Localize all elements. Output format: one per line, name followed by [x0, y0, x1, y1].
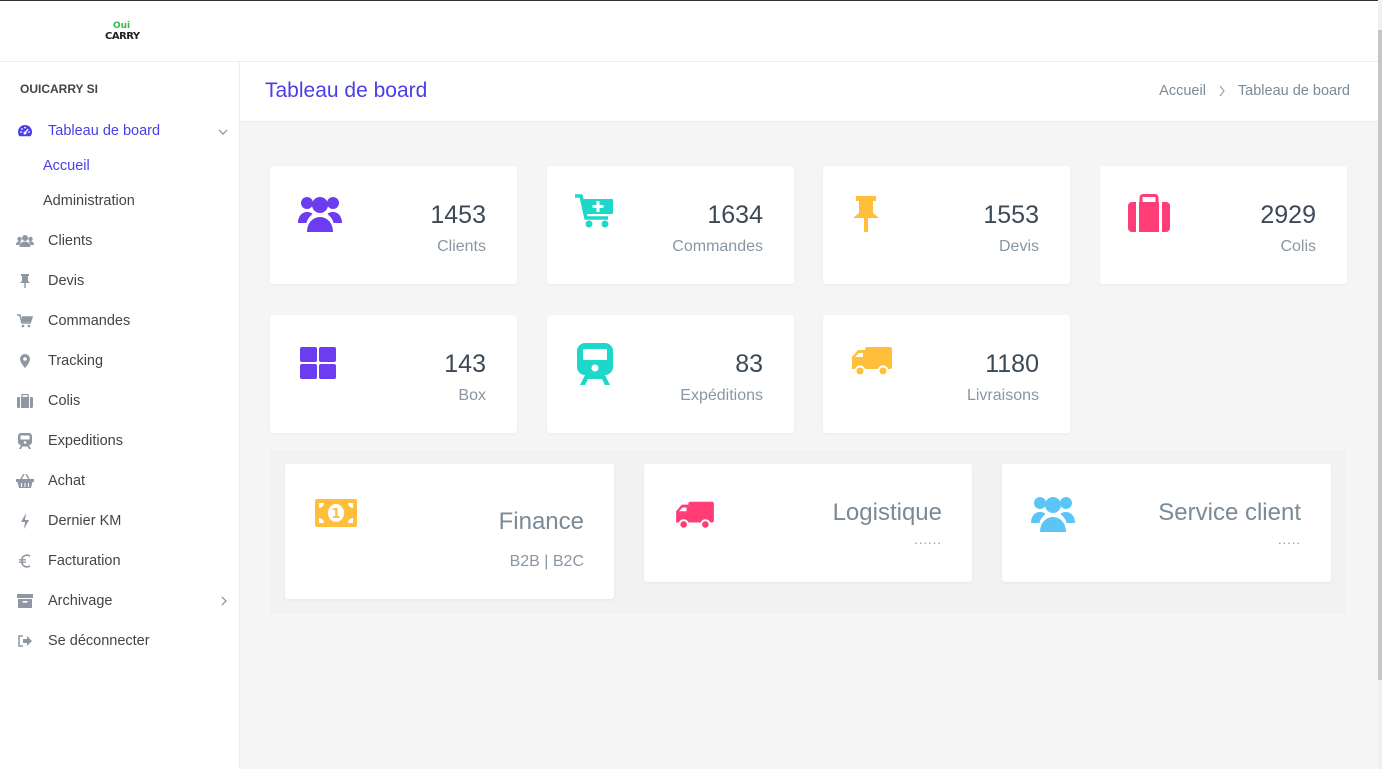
stat-card-devis[interactable]: 1553 Devis: [823, 166, 1070, 284]
archive-icon: [16, 592, 34, 610]
thumbtack-icon: [851, 194, 897, 240]
sidebar-item-clients[interactable]: Clients: [16, 228, 232, 254]
sidebar-item-commandes[interactable]: Commandes: [16, 308, 232, 334]
stat-card-colis[interactable]: 2929 Colis: [1100, 166, 1347, 284]
sidebar-item-label: Colis: [48, 393, 81, 409]
modules-panel: 1 Finance B2B | B2C Logistique ...... Se…: [270, 450, 1346, 614]
stat-card-commandes[interactable]: 1634 Commandes: [547, 166, 794, 284]
stat-value: 1553: [983, 201, 1039, 229]
sidebar-item-label: Achat: [48, 473, 86, 489]
sidebar-item-achat[interactable]: Achat: [16, 468, 232, 494]
money-bill-icon: 1: [314, 498, 358, 533]
sidebar-item-expeditions[interactable]: Expeditions: [16, 428, 232, 454]
stat-value: 143: [444, 350, 486, 378]
chevron-right-icon: [1218, 85, 1226, 97]
stat-label: Commandes: [672, 238, 763, 255]
cart-plus-icon: [575, 194, 621, 240]
scrollbar-thumb[interactable]: [1378, 30, 1382, 680]
sidebar-item-label: Archivage: [48, 593, 113, 609]
thumbtack-icon: [16, 272, 34, 290]
stat-label: Livraisons: [966, 387, 1039, 404]
euro-icon: [16, 552, 34, 570]
sidebar-item-tracking[interactable]: Tracking: [16, 348, 232, 374]
stat-value: 1453: [430, 201, 486, 229]
sidebar-item-label: Facturation: [48, 553, 121, 569]
stat-label: Colis: [1280, 238, 1316, 255]
sidebar-item-label: Clients: [48, 233, 93, 249]
truck-icon: [675, 498, 715, 537]
top-bar: Oui CARRY: [0, 0, 1378, 62]
module-subtitle: .....: [1277, 532, 1301, 547]
truck-icon: [851, 343, 897, 389]
breadcrumb-current: Tableau de board: [1237, 83, 1350, 99]
svg-text:1: 1: [331, 507, 340, 522]
map-marker-icon: [16, 352, 34, 370]
content-header: Tableau de board Accueil Tableau de boar…: [240, 62, 1378, 122]
stat-card-expeditions[interactable]: 83 Expéditions: [547, 315, 794, 433]
chevron-right-icon: [220, 594, 228, 610]
suitcase-icon: [16, 392, 34, 410]
sidebar-item-tableau-de-board[interactable]: Tableau de board: [16, 118, 232, 144]
sidebar-item-label: Tracking: [48, 353, 104, 369]
train-icon: [16, 432, 34, 450]
module-card-logistique[interactable]: Logistique ......: [644, 464, 972, 582]
breadcrumb-home-link[interactable]: Accueil: [1159, 83, 1206, 99]
sidebar-subitem-administration[interactable]: Administration: [43, 193, 135, 209]
stat-label: Expéditions: [680, 387, 763, 404]
sidebar-item-dernier-km[interactable]: Dernier KM: [16, 508, 232, 534]
suitcase-icon: [1128, 194, 1174, 240]
th-large-icon: [298, 343, 344, 389]
train-icon: [575, 343, 621, 389]
sidebar-item-label: Devis: [48, 273, 85, 289]
bolt-icon: [16, 512, 34, 530]
sidebar-subitem-accueil[interactable]: Accueil: [43, 158, 90, 174]
stat-label: Devis: [998, 238, 1039, 255]
users-icon: [16, 232, 34, 250]
sidebar-item-label: Tableau de board: [48, 123, 161, 139]
sidebar-item-devis[interactable]: Devis: [16, 268, 232, 294]
sign-out-icon: [16, 632, 34, 650]
tachometer-icon: [16, 122, 34, 140]
stat-card-clients[interactable]: 1453 Clients: [270, 166, 517, 284]
breadcrumb: Accueil Tableau de board: [1159, 83, 1350, 99]
module-title: Logistique: [832, 499, 942, 526]
sidebar-item-label: Expeditions: [48, 433, 123, 449]
chevron-down-icon: [218, 124, 228, 140]
sidebar-item-label: Commandes: [48, 313, 131, 329]
module-subtitle: ......: [914, 532, 942, 547]
sidebar-item-archivage[interactable]: Archivage: [16, 588, 232, 614]
users-icon: [1031, 494, 1075, 539]
stat-card-box[interactable]: 143 Box: [270, 315, 517, 433]
sidebar: OUICARRY SI Tableau de board Accueil Adm…: [0, 62, 240, 769]
module-title: Finance: [498, 508, 584, 535]
module-card-finance[interactable]: 1 Finance B2B | B2C: [285, 464, 614, 599]
module-title: Service client: [1158, 499, 1301, 526]
logo[interactable]: Oui CARRY: [105, 21, 140, 47]
stat-value: 83: [735, 350, 763, 378]
stat-label: Clients: [437, 238, 486, 255]
stat-value: 2929: [1260, 201, 1316, 229]
sidebar-item-facturation[interactable]: Facturation: [16, 548, 232, 574]
stat-label: Box: [458, 387, 486, 404]
stat-card-livraisons[interactable]: 1180 Livraisons: [823, 315, 1070, 433]
logo-top-text: Oui: [113, 21, 131, 31]
users-icon: [298, 194, 344, 240]
stat-value: 1634: [707, 201, 763, 229]
sidebar-item-colis[interactable]: Colis: [16, 388, 232, 414]
logo-bottom-text: CARRY: [105, 31, 140, 42]
sidebar-item-label: Dernier KM: [48, 513, 122, 529]
stat-value: 1180: [985, 350, 1039, 378]
module-card-service-client[interactable]: Service client .....: [1002, 464, 1331, 582]
basket-icon: [16, 472, 34, 490]
sidebar-item-label: Se déconnecter: [48, 633, 150, 649]
cart-plus-icon: [16, 312, 34, 330]
page-scrollbar[interactable]: [1378, 0, 1382, 769]
module-subtitle: B2B | B2C: [509, 553, 584, 570]
sidebar-brand: OUICARRY SI: [20, 82, 99, 96]
page-title: Tableau de board: [265, 79, 428, 102]
sidebar-item-se-deconnecter[interactable]: Se déconnecter: [16, 628, 232, 654]
